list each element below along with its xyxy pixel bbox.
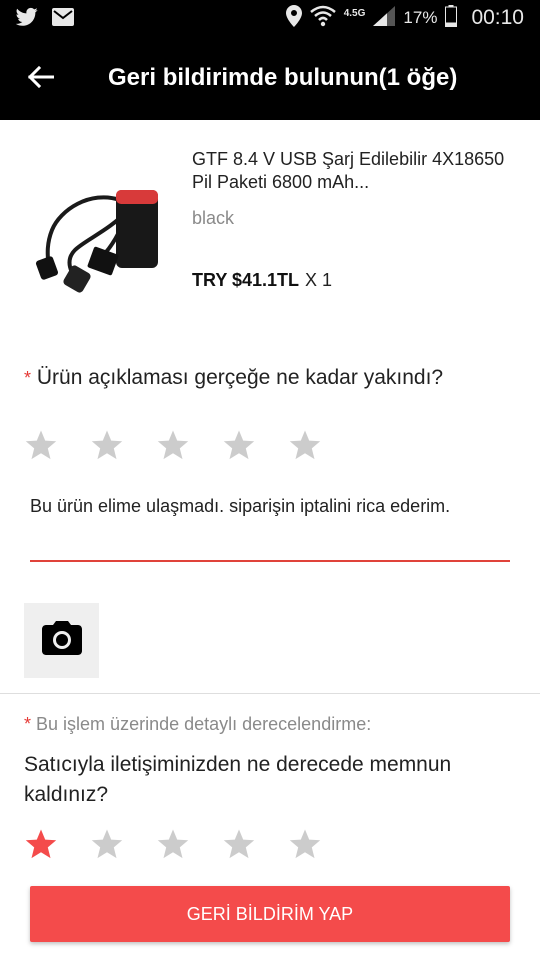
- seller-rating: [24, 828, 322, 860]
- star-icon[interactable]: [288, 828, 322, 860]
- star-icon[interactable]: [288, 429, 322, 461]
- app-bar: Geri bildirimde bulunun(1 öğe): [0, 36, 540, 120]
- arrow-left-icon: [27, 65, 55, 93]
- divider: [0, 693, 540, 694]
- review-text: Bu ürün elime ulaşmadı. siparişin iptali…: [30, 496, 451, 516]
- star-icon[interactable]: [222, 429, 256, 461]
- product-price: TRY $41.1TL: [192, 270, 300, 290]
- camera-icon: [41, 621, 82, 660]
- product-quantity: X 1: [305, 270, 333, 290]
- required-asterisk: *: [24, 368, 32, 388]
- required-asterisk: *: [24, 714, 32, 734]
- product-variant: black: [192, 208, 235, 228]
- star-icon[interactable]: [156, 429, 190, 461]
- accuracy-question: * Ürün açıklaması gerçeğe ne kadar yakın…: [24, 366, 443, 390]
- seller-communication-question: Satıcıyla iletişiminizden ne derecede me…: [24, 753, 452, 806]
- accuracy-question-text: Ürün açıklaması gerçeğe ne kadar yakındı…: [36, 366, 444, 389]
- detailed-rating-hint-text: Bu işlem üzerinde detaylı derecelendirme…: [36, 714, 372, 734]
- submit-feedback-button[interactable]: GERİ BİLDİRİM YAP: [30, 886, 510, 942]
- back-button[interactable]: [18, 56, 64, 102]
- accuracy-rating: [24, 429, 322, 461]
- star-icon[interactable]: [24, 429, 58, 461]
- star-icon[interactable]: [24, 828, 58, 860]
- product-summary: GTF 8.4 V USB Şarj Edilebilir 4X18650 Pi…: [0, 128, 540, 308]
- battery-percent: 17%: [403, 8, 438, 27]
- battery-icon: [445, 4, 458, 32]
- add-photo-button[interactable]: [24, 603, 99, 678]
- product-title[interactable]: GTF 8.4 V USB Şarj Edilebilir 4X18650 Pi…: [192, 148, 512, 194]
- product-price-line: TRY $41.1TL X 1: [192, 270, 332, 291]
- review-textarea[interactable]: Bu ürün elime ulaşmadı. siparişin iptali…: [30, 486, 510, 562]
- clock: 00:10: [471, 6, 524, 29]
- detailed-rating-hint: * Bu işlem üzerinde detaylı derecelendir…: [24, 714, 371, 735]
- location-icon: [285, 4, 302, 32]
- wifi-icon: [309, 5, 336, 32]
- mail-icon: [52, 8, 74, 31]
- star-icon[interactable]: [90, 429, 124, 461]
- product-image[interactable]: [30, 150, 178, 300]
- signal-icon: [373, 5, 396, 31]
- star-icon[interactable]: [156, 828, 190, 860]
- network-type: 4.5G: [343, 7, 366, 19]
- star-icon[interactable]: [222, 828, 256, 860]
- page-title: Geri bildirimde bulunun(1 öğe): [108, 64, 458, 91]
- status-bar: 4.5G 17% 00:10: [0, 0, 540, 36]
- twitter-icon: [15, 7, 38, 32]
- star-icon[interactable]: [90, 828, 124, 860]
